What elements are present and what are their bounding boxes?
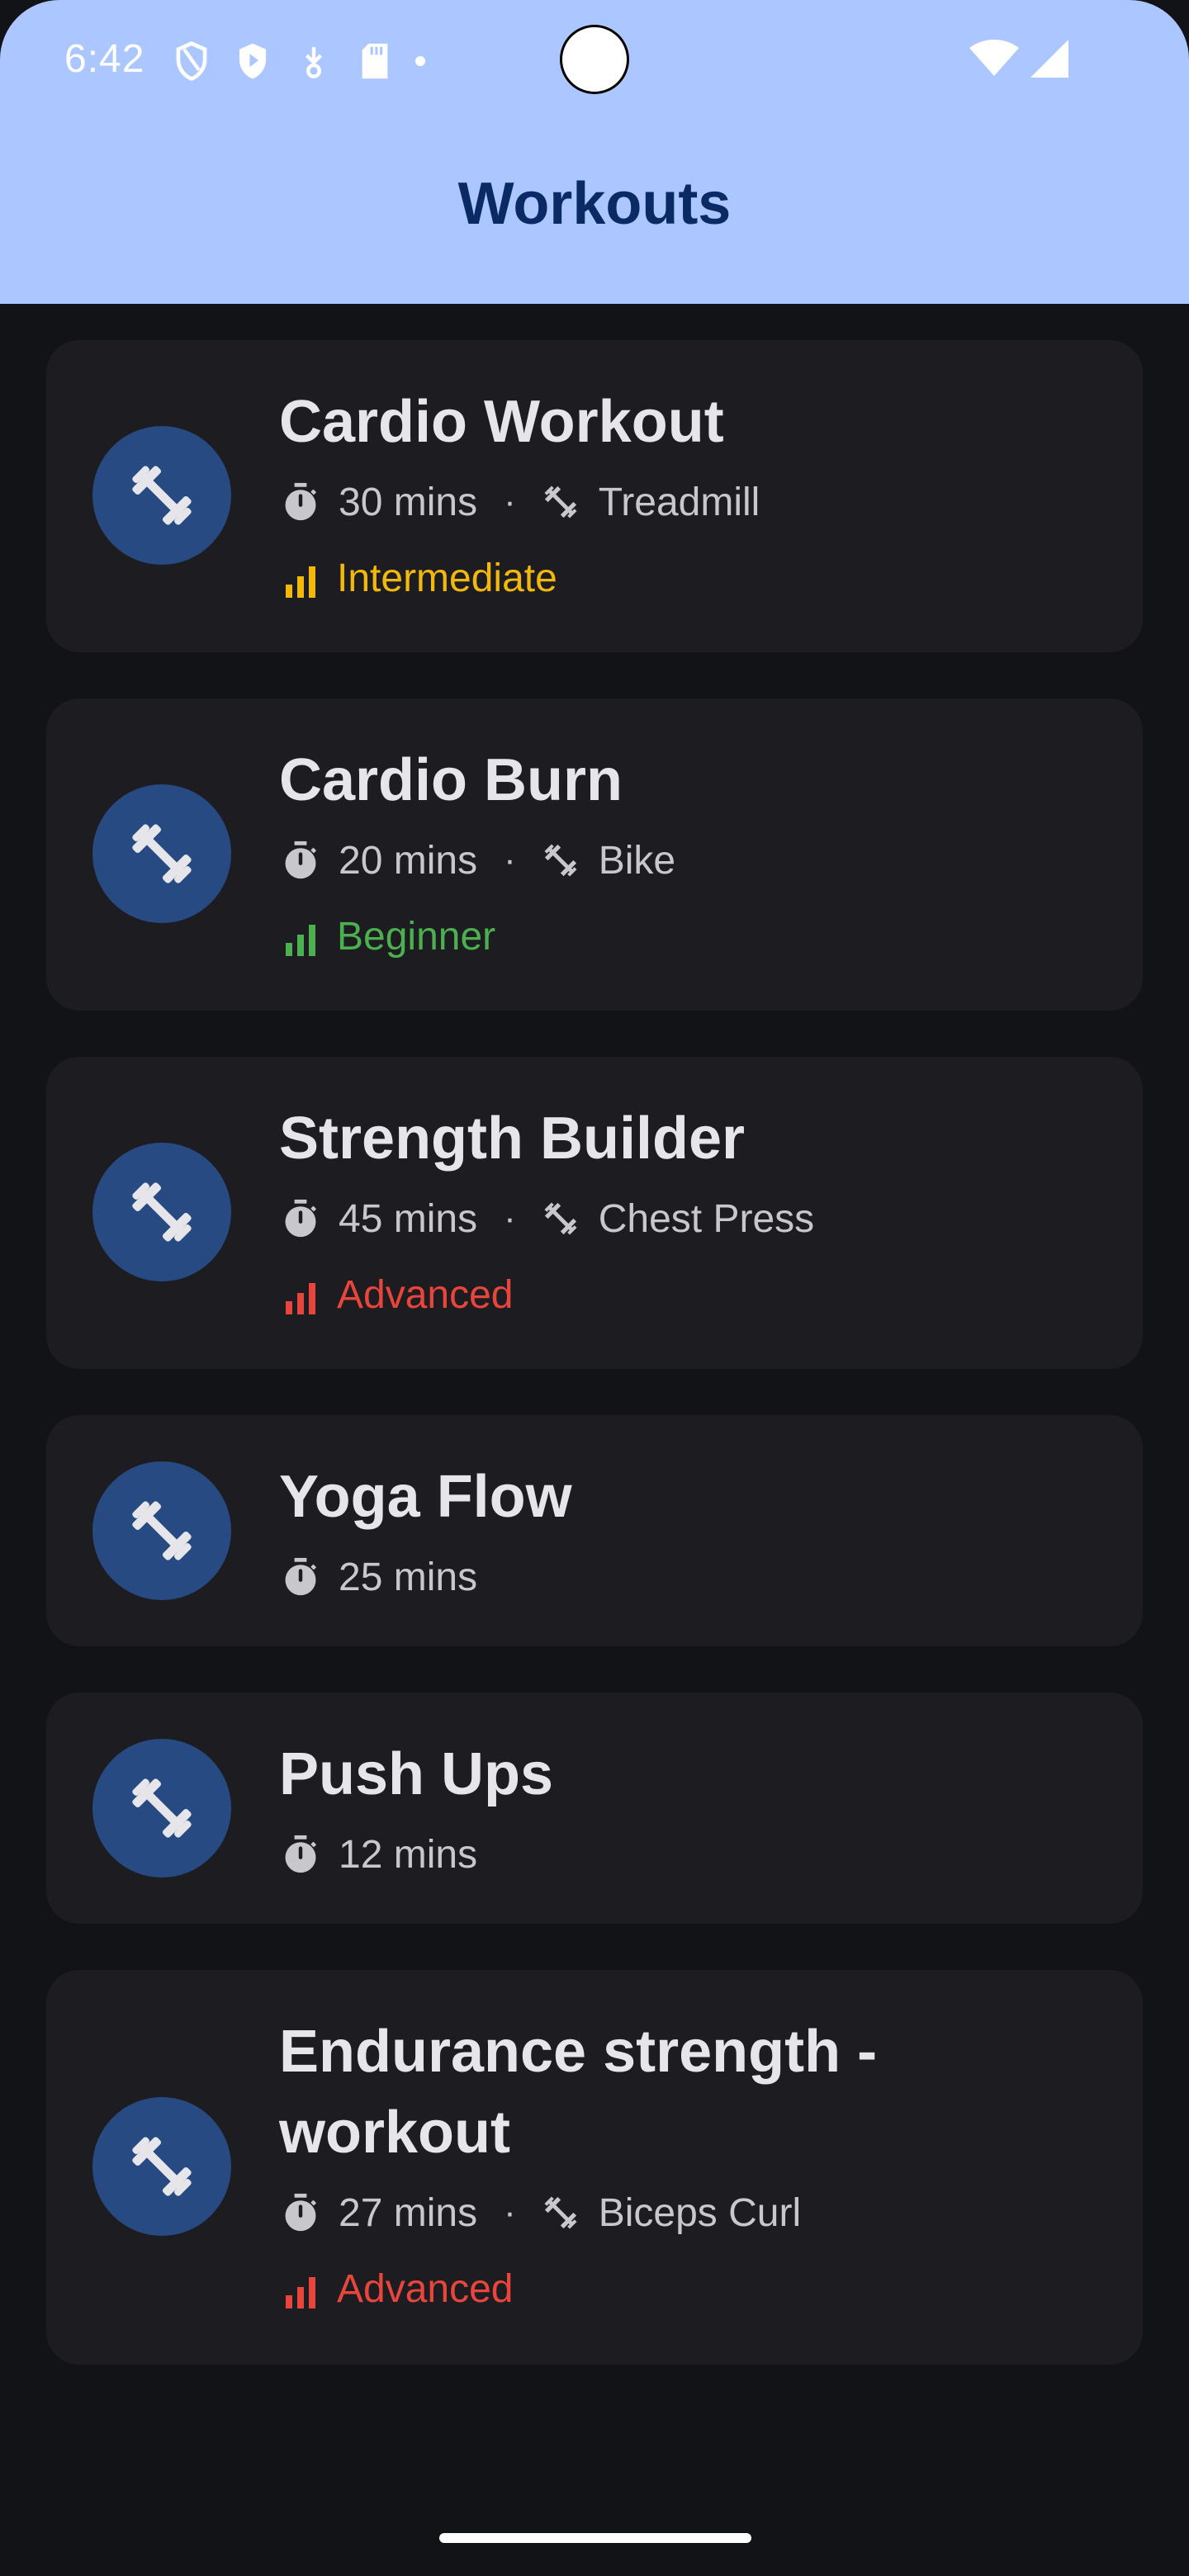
workout-level-label: Advanced: [337, 1272, 514, 1317]
workout-level: Beginner: [282, 912, 495, 961]
workout-avatar: [92, 1739, 231, 1878]
meta-separator: ·: [504, 481, 516, 522]
meta-separator: ·: [504, 1198, 516, 1238]
status-time: 6:42: [64, 37, 145, 81]
status-bar: 6:42: [0, 0, 1189, 122]
workout-level: Advanced: [282, 1270, 514, 1319]
status-icons-left: [170, 38, 426, 84]
page-title: Workouts: [457, 171, 732, 237]
dumbbell-icon: [127, 1773, 197, 1843]
cellular-signal-icon: [1030, 40, 1068, 82]
workout-level: Advanced: [282, 2264, 514, 2313]
workout-avatar: [92, 1143, 231, 1281]
workout-duration: 45 mins: [339, 1196, 478, 1241]
workout-avatar: [92, 426, 231, 565]
workout-avatar: [92, 784, 231, 923]
workout-duration: 25 mins: [339, 1555, 478, 1599]
dumbbell-icon: [541, 2193, 580, 2233]
workout-card-push-ups[interactable]: Push Ups 12 mins: [46, 1693, 1143, 1924]
wifi-icon: [969, 40, 1019, 82]
dumbbell-icon: [541, 482, 580, 522]
workout-meta: 45 mins · Chest Press: [281, 1194, 814, 1243]
workout-title: Push Ups: [279, 1741, 554, 1807]
workout-title: Yoga Flow: [279, 1464, 572, 1530]
workout-level-label: Advanced: [337, 2266, 514, 2311]
dumbbell-icon: [127, 461, 197, 530]
signal-bars-icon: [282, 558, 319, 598]
workout-card-cardio-workout[interactable]: Cardio Workout 30 mins · Treadmill Intermedi…: [46, 340, 1143, 652]
shield-icon: [170, 40, 213, 83]
workout-equipment: Chest Press: [598, 1196, 815, 1241]
play-protect-icon: [231, 40, 274, 83]
workout-meta: 12 mins: [281, 1830, 477, 1879]
workout-title: Cardio Workout: [279, 389, 724, 455]
workout-equipment: Treadmill: [598, 480, 760, 524]
workout-title: Cardio Burn: [279, 747, 623, 813]
home-indicator[interactable]: [439, 2533, 751, 2543]
workout-duration: 30 mins: [339, 480, 478, 524]
workout-meta: 30 mins · Treadmill: [281, 477, 760, 527]
workout-level-label: Intermediate: [337, 556, 557, 600]
workout-avatar: [92, 1461, 231, 1600]
workout-duration: 12 mins: [339, 1832, 478, 1877]
workout-title: Strength Builder: [279, 1106, 746, 1172]
dumbbell-icon: [127, 819, 197, 888]
workout-meta: 27 mins · Biceps Curl: [281, 2188, 801, 2237]
workout-duration: 27 mins: [339, 2190, 478, 2235]
workout-avatar: [92, 2097, 231, 2236]
workout-card-cardio-burn[interactable]: Cardio Burn 20 mins · Bike Beginner: [46, 698, 1143, 1011]
stopwatch-icon: [281, 1835, 320, 1874]
workout-equipment: Biceps Curl: [598, 2190, 802, 2235]
meta-separator: ·: [504, 840, 516, 880]
workout-meta: 25 mins: [281, 1552, 477, 1602]
workout-meta: 20 mins · Bike: [281, 836, 675, 885]
sd-card-icon: [353, 40, 396, 83]
dumbbell-icon: [541, 841, 580, 880]
workout-level-label: Beginner: [337, 914, 496, 959]
stopwatch-icon: [281, 1199, 320, 1238]
workout-level: Intermediate: [282, 553, 557, 603]
workout-title: Endurance strength - workout: [279, 2019, 878, 2166]
meta-separator: ·: [504, 2192, 516, 2233]
camera-cutout: [560, 25, 629, 94]
dumbbell-icon: [127, 1496, 197, 1565]
signal-bars-icon: [282, 1275, 319, 1314]
status-icons-right: [969, 40, 1068, 82]
signal-bars-icon: [282, 2269, 319, 2308]
workout-card-endurance-strength-workout[interactable]: Endurance strength - workout 27 mins · Bice…: [46, 1970, 1143, 2365]
workout-card-yoga-flow[interactable]: Yoga Flow 25 mins: [46, 1415, 1143, 1646]
stopwatch-icon: [281, 1557, 320, 1597]
stopwatch-icon: [281, 2193, 320, 2233]
dot-icon: [414, 40, 426, 83]
workout-card-strength-builder[interactable]: Strength Builder 45 mins · Chest Press Advan…: [46, 1057, 1143, 1369]
stopwatch-icon: [281, 482, 320, 522]
workout-duration: 20 mins: [339, 838, 478, 883]
signal-bars-icon: [282, 916, 319, 956]
workout-equipment: Bike: [598, 838, 676, 883]
download-icon: [292, 40, 335, 83]
dumbbell-icon: [127, 1177, 197, 1247]
dumbbell-icon: [541, 1199, 580, 1238]
stopwatch-icon: [281, 841, 320, 880]
dumbbell-icon: [127, 2132, 197, 2201]
header: 6:42 Workouts: [0, 0, 1189, 304]
